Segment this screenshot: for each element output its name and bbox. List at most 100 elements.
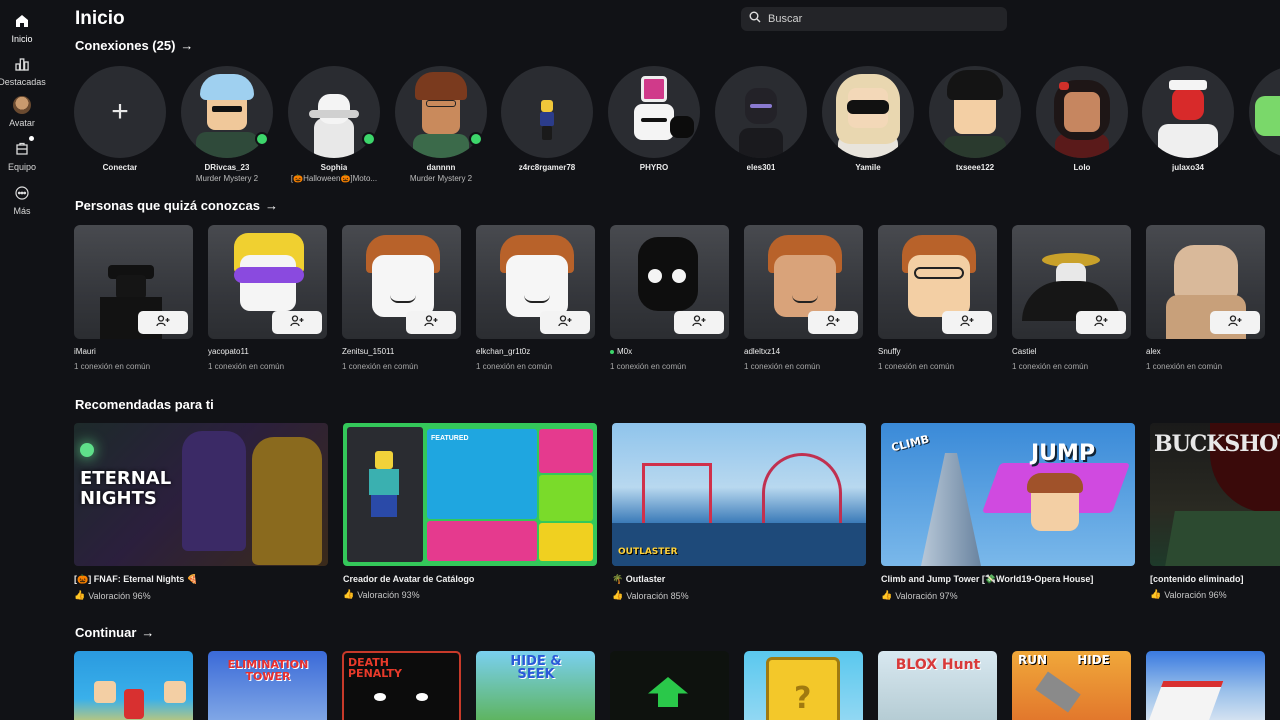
person-card[interactable]: alex 1 conexión en común (1146, 225, 1265, 371)
connection-item[interactable]: julaxo34 (1142, 66, 1234, 172)
connection-item[interactable]: Sophia [🎃Halloween🎃]Moto... (288, 66, 380, 183)
connection-item[interactable]: txseee122 (929, 66, 1021, 172)
connection-avatar (929, 66, 1021, 158)
online-indicator (362, 132, 376, 146)
sidebar: Inicio Destacadas Avatar Equipo Más (0, 0, 46, 720)
connection-item[interactable]: eles301 (715, 66, 807, 172)
game-tile[interactable]: RUN HIDE (1012, 651, 1131, 720)
game-rating: Valoración 97% (895, 590, 958, 601)
connection-item[interactable]: PHYRO (608, 66, 700, 172)
continue-title: Continuar (75, 625, 137, 640)
online-indicator (610, 349, 614, 354)
notification-dot (29, 136, 34, 141)
person-name: Zenitsu_15011 (342, 347, 395, 356)
game-tile[interactable] (610, 651, 729, 720)
connection-name: z4rc8rgamer78 (518, 163, 576, 172)
connection-avatar (1142, 66, 1234, 158)
person-avatar (342, 225, 461, 339)
add-connection-button[interactable] (674, 311, 724, 334)
person-name: Snuffy (878, 347, 901, 356)
connection-avatar (822, 66, 914, 158)
game-title: 🌴 Outlaster (612, 574, 666, 584)
add-user-icon (826, 314, 840, 332)
add-user-icon (692, 314, 706, 332)
connection-item[interactable]: DRivcas_23 Murder Mystery 2 (181, 66, 273, 183)
mutual-connections: 1 conexión en común (610, 362, 687, 371)
search-input[interactable] (768, 13, 988, 25)
person-name: elkchan_gr1t0z (476, 347, 531, 356)
game-tile[interactable]: BLOX Hunt (878, 651, 997, 720)
connect-button[interactable]: + Conectar (74, 66, 166, 172)
tile-title: BLOX Hunt (895, 657, 981, 673)
thumbs-up-icon: 👍 (612, 590, 624, 600)
game-tile[interactable]: HIDE & SEEK (476, 651, 595, 720)
sidebar-item-destacadas[interactable]: Destacadas (0, 55, 46, 87)
person-card[interactable]: elkchan_gr1t0z 1 conexión en común (476, 225, 595, 371)
connection-item[interactable]: Lolo (1036, 66, 1128, 172)
person-card[interactable]: Castiel 1 conexión en común (1012, 225, 1131, 371)
thumb-title: OUTLASTER (618, 547, 678, 557)
game-card[interactable]: ETERNAL NIGHTS [🎃] FNAF: Eternal Nights … (74, 423, 328, 601)
add-connection-button[interactable] (1210, 311, 1260, 334)
people-heading[interactable]: Personas que quizá conozcas → (75, 198, 278, 213)
person-name: alex (1146, 347, 1161, 356)
game-rating: Valoración 96% (1164, 589, 1227, 600)
game-card[interactable]: CLIMB JUMP Climb and Jump Tower [💸World1… (881, 423, 1135, 601)
connection-item[interactable] (1249, 66, 1280, 158)
add-connection-button[interactable] (272, 311, 322, 334)
person-card[interactable]: yacopato11 1 conexión en común (208, 225, 327, 371)
game-tile[interactable]: ? (744, 651, 863, 720)
game-tile[interactable]: DEATH PENALTY (342, 651, 461, 720)
continue-heading[interactable]: Continuar → (75, 625, 154, 640)
search-bar[interactable] (741, 7, 1007, 31)
person-avatar (744, 225, 863, 339)
game-card[interactable]: OUTLASTER 🌴 Outlaster 👍 Valoración 85% (612, 423, 866, 601)
add-connection-button[interactable] (808, 311, 858, 334)
connection-status: Murder Mystery 2 (409, 174, 473, 183)
game-card[interactable]: BUCKSHOT [contenido eliminado] 👍 Valoraci… (1150, 423, 1280, 600)
person-name: yacopato11 (208, 347, 249, 356)
game-tile[interactable]: ELIMINATION TOWER (208, 651, 327, 720)
avatar-icon (13, 96, 31, 114)
add-connection-button[interactable] (1076, 311, 1126, 334)
game-tile[interactable] (1146, 651, 1265, 720)
add-connection-button[interactable] (540, 311, 590, 334)
add-connection-button[interactable] (138, 311, 188, 334)
add-connection-button[interactable] (942, 311, 992, 334)
game-tile[interactable] (74, 651, 193, 720)
online-indicator (469, 132, 483, 146)
connection-avatar (1036, 66, 1128, 158)
person-card[interactable]: iMauri 1 conexión en común (74, 225, 193, 371)
connection-avatar (288, 66, 380, 158)
add-connection-button[interactable] (406, 311, 456, 334)
thumbs-up-icon: 👍 (343, 589, 355, 599)
person-avatar (74, 225, 193, 339)
connections-heading[interactable]: Conexiones (25) → (75, 38, 193, 53)
connection-name: Lolo (1073, 163, 1091, 172)
connection-avatar (501, 66, 593, 158)
online-indicator (255, 132, 269, 146)
tile-title: RUN HIDE (1018, 653, 1110, 667)
sidebar-item-inicio[interactable]: Inicio (0, 12, 44, 44)
team-icon (13, 136, 34, 158)
mutual-connections: 1 conexión en común (342, 362, 419, 371)
person-card[interactable]: M0x 1 conexión en común (610, 225, 729, 371)
person-card[interactable]: adleltxz14 1 conexión en común (744, 225, 863, 371)
connection-name: julaxo34 (1171, 163, 1204, 172)
connection-item[interactable]: Yamile (822, 66, 914, 172)
tile-title: ELIMINATION TOWER (227, 658, 309, 683)
sidebar-item-mas[interactable]: Más (0, 184, 44, 216)
person-card[interactable]: Zenitsu_15011 1 conexión en común (342, 225, 461, 371)
thumbs-up-icon: 👍 (74, 590, 86, 600)
connection-item[interactable]: z4rc8rgamer78 (501, 66, 593, 172)
mutual-connections: 1 conexión en común (1012, 362, 1089, 371)
game-title: [🎃] FNAF: Eternal Nights 🍕 (74, 574, 198, 584)
thumb-title: FEATURED (431, 435, 469, 442)
game-card[interactable]: FEATURED Creador de Avatar de Catálogo 👍… (343, 423, 597, 600)
connection-name: DRivcas_23 (204, 163, 250, 172)
person-card[interactable]: Snuffy 1 conexión en común (878, 225, 997, 371)
connection-name: PHYRO (639, 163, 669, 172)
connection-item[interactable]: dannnn Murder Mystery 2 (395, 66, 487, 183)
sidebar-item-equipo[interactable]: Equipo (0, 136, 44, 172)
sidebar-item-avatar[interactable]: Avatar (0, 96, 44, 128)
